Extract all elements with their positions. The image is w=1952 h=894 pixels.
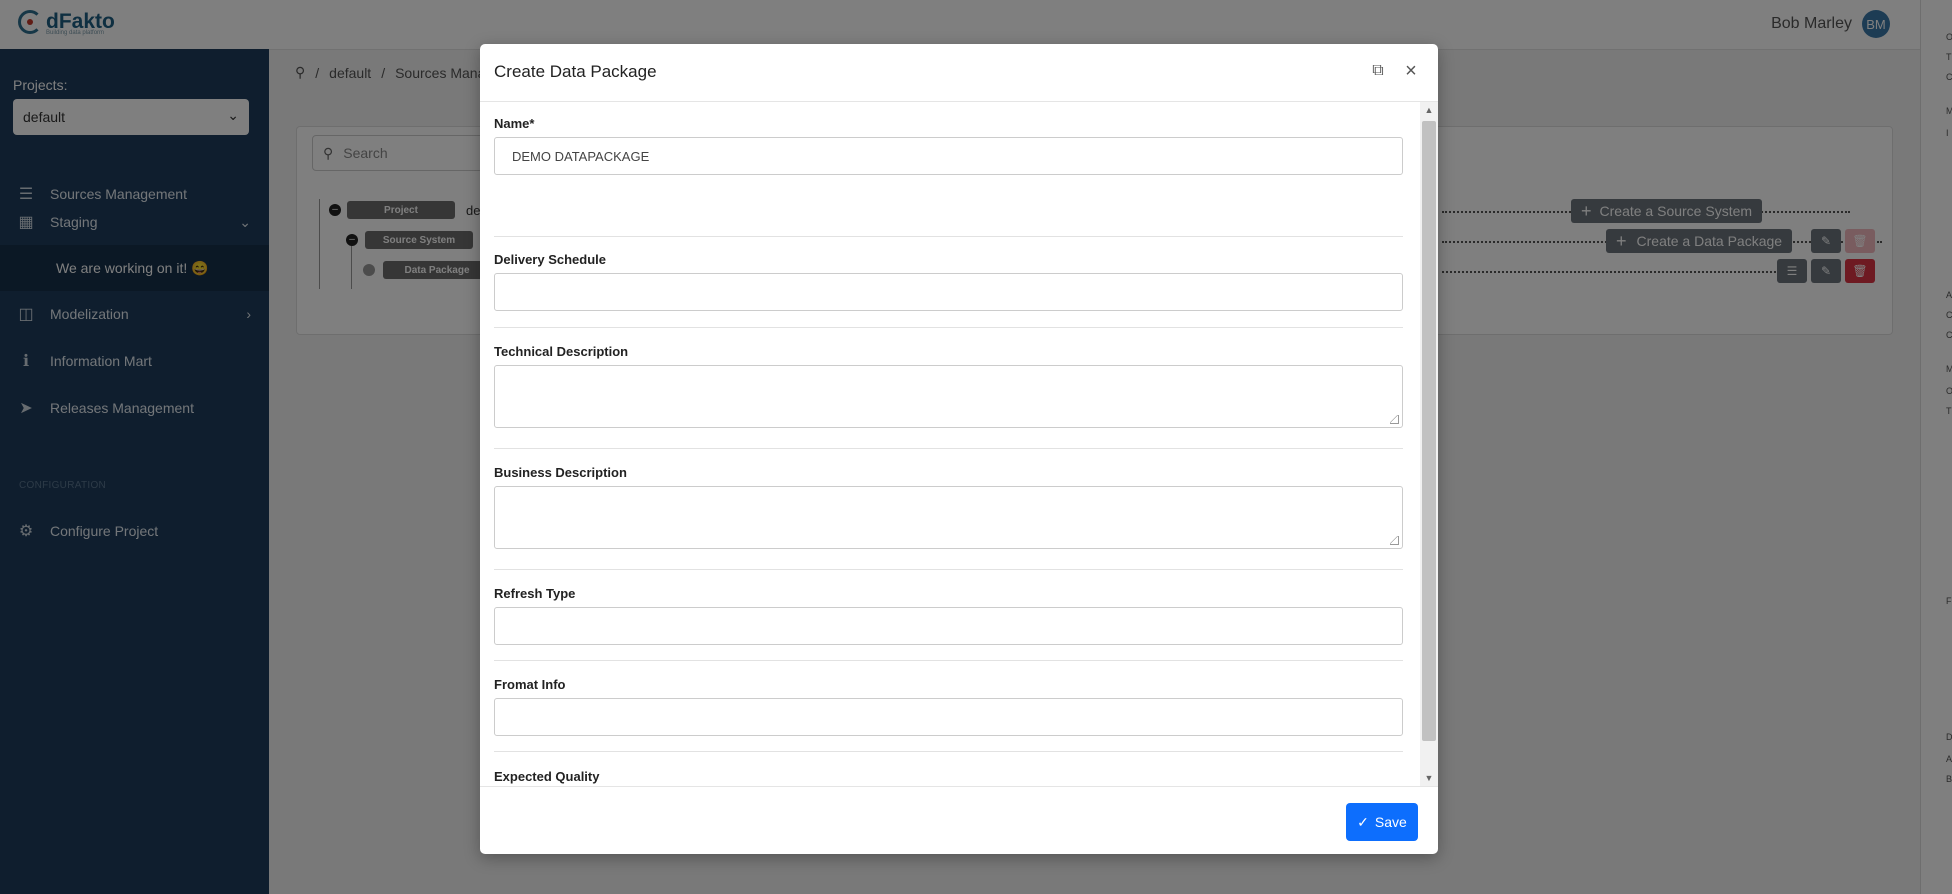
modal-footer: ✓ Save bbox=[480, 786, 1438, 855]
delivery-schedule-label: Delivery Schedule bbox=[494, 252, 606, 267]
modal-body: Name* DEMO DATAPACKAGE Delivery Schedule… bbox=[480, 102, 1420, 786]
format-info-field: Fromat Info bbox=[494, 677, 1403, 736]
refresh-type-label: Refresh Type bbox=[494, 586, 576, 601]
divider bbox=[494, 327, 1403, 328]
delivery-schedule-field: Delivery Schedule bbox=[494, 252, 1403, 311]
divider bbox=[494, 236, 1403, 237]
business-description-label: Business Description bbox=[494, 465, 627, 480]
save-button[interactable]: ✓ Save bbox=[1346, 803, 1418, 841]
refresh-type-input[interactable] bbox=[494, 607, 1403, 645]
name-field: Name* DEMO DATAPACKAGE bbox=[494, 116, 1403, 175]
maximize-icon[interactable]: ⧉ bbox=[1368, 61, 1388, 81]
technical-description-textarea[interactable] bbox=[494, 365, 1403, 428]
save-label: Save bbox=[1374, 814, 1407, 830]
format-info-input[interactable] bbox=[494, 698, 1403, 736]
business-description-textarea[interactable] bbox=[494, 486, 1403, 549]
close-icon[interactable]: × bbox=[1401, 60, 1421, 82]
name-input[interactable]: DEMO DATAPACKAGE bbox=[494, 137, 1403, 175]
check-icon: ✓ bbox=[1357, 813, 1369, 830]
refresh-type-field: Refresh Type bbox=[494, 586, 1403, 645]
divider bbox=[494, 569, 1403, 570]
scrollbar-thumb[interactable] bbox=[1422, 121, 1436, 741]
delivery-schedule-input[interactable] bbox=[494, 273, 1403, 311]
modal-title: Create Data Package bbox=[494, 62, 657, 81]
technical-description-label: Technical Description bbox=[494, 344, 629, 359]
scroll-down-icon[interactable]: ▼ bbox=[1420, 770, 1438, 786]
technical-description-field: Technical Description bbox=[494, 344, 1403, 428]
business-description-field: Business Description bbox=[494, 465, 1403, 549]
scroll-up-icon[interactable]: ▲ bbox=[1420, 102, 1438, 118]
modal-scrollbar[interactable]: ▲ ▼ bbox=[1420, 102, 1438, 786]
create-data-package-modal: Create Data Package ⧉ × Name* DEMO DATAP… bbox=[480, 44, 1438, 854]
expected-quality-field: Expected Quality ☆ ☆ ☆ ☆ bbox=[494, 769, 1403, 786]
format-info-label: Fromat Info bbox=[494, 677, 566, 692]
expected-quality-label: Expected Quality bbox=[494, 769, 600, 784]
divider bbox=[494, 751, 1403, 752]
divider bbox=[494, 448, 1403, 449]
divider bbox=[494, 660, 1403, 661]
modal-header: Create Data Package ⧉ × bbox=[480, 44, 1438, 102]
name-label: Name* bbox=[494, 116, 535, 131]
